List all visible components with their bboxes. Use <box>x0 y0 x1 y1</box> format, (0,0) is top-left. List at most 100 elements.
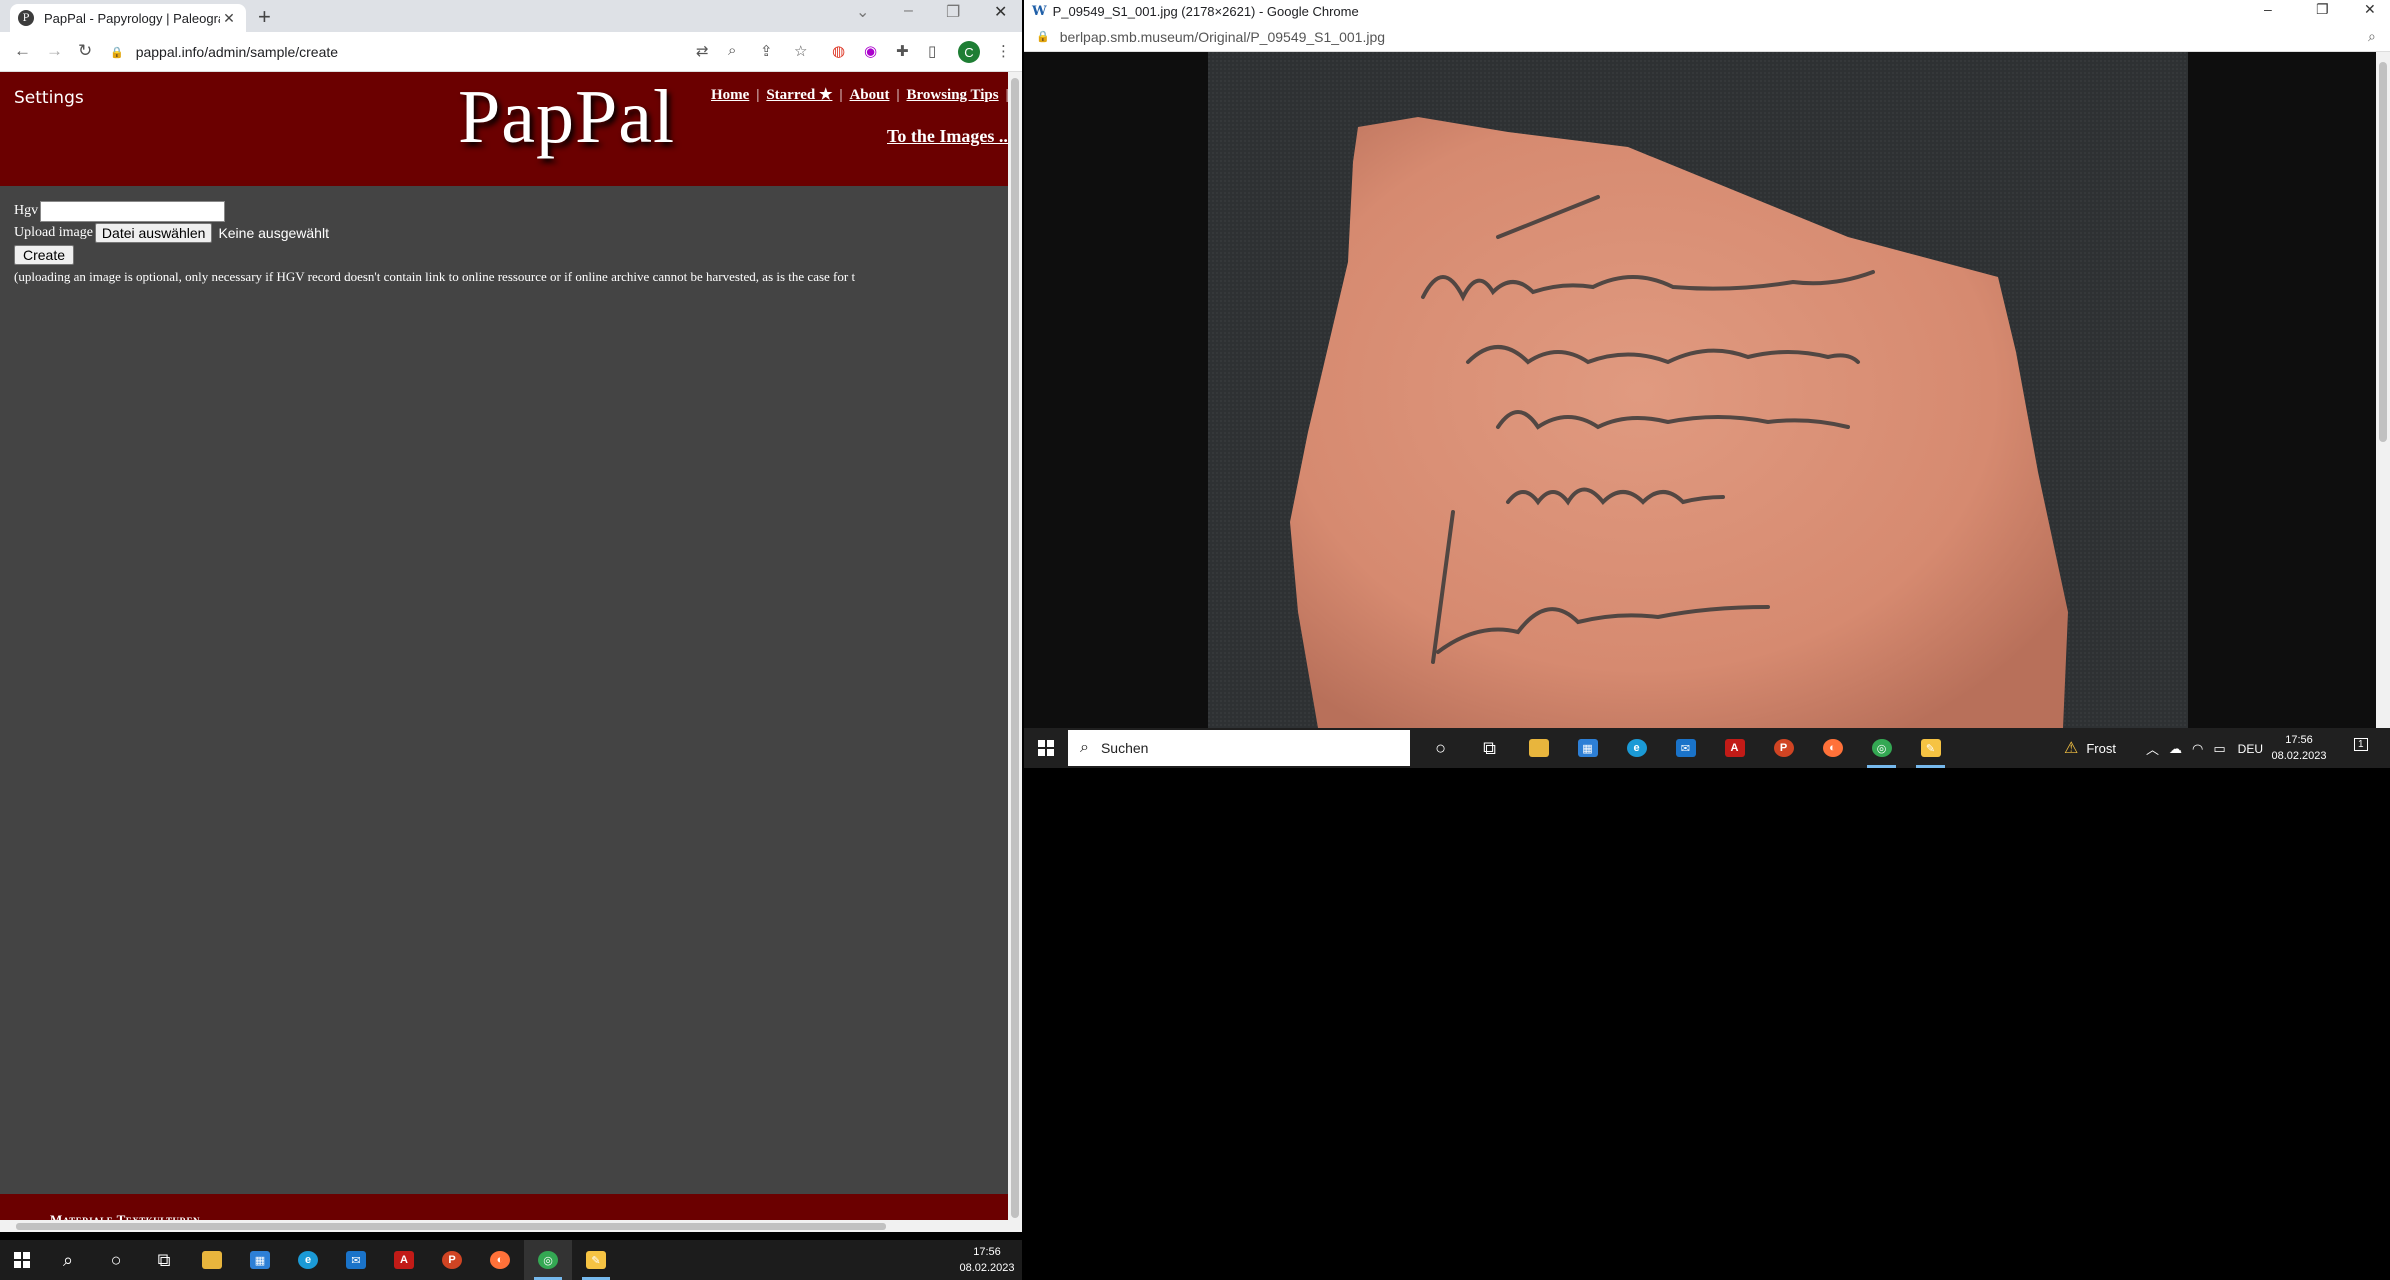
chrome-icon[interactable]: ◎ <box>1857 728 1906 768</box>
cortana-icon[interactable]: ○ <box>1416 728 1465 768</box>
to-images-link[interactable]: To the Images ... <box>887 126 1008 147</box>
settings-link[interactable]: Settings <box>14 88 84 108</box>
extension-purple-icon[interactable]: ◉ <box>864 42 877 60</box>
tab-title: PapPal - Papyrology | Paleograph <box>44 10 220 26</box>
restore-icon[interactable]: ❐ <box>946 2 960 22</box>
nav-browsing-tips[interactable]: Browsing Tips <box>906 87 998 103</box>
extensions-puzzle-icon[interactable]: ✚ <box>896 42 909 60</box>
store-icon[interactable]: ▦ <box>1563 728 1612 768</box>
horizontal-scrollbar[interactable] <box>0 1220 1008 1232</box>
close-window-icon[interactable]: ✕ <box>994 2 1007 22</box>
popup-scrollbar[interactable] <box>2376 52 2390 728</box>
weather-text: Frost <box>2086 740 2116 756</box>
nav-home[interactable]: Home <box>711 87 749 103</box>
cortana-icon[interactable]: ○ <box>92 1240 140 1280</box>
minimize-icon[interactable]: – <box>2264 1 2272 17</box>
address-bar[interactable]: 🔒 pappal.info/admin/sample/create <box>110 38 710 66</box>
battery-icon[interactable]: ▭ <box>2213 741 2225 757</box>
zoom-icon[interactable]: ⌕ <box>2368 28 2376 45</box>
main-nav: Home|Starred ★|About|Browsing Tips|C <box>711 87 1008 103</box>
tab-search-icon[interactable]: ⌄ <box>856 2 869 22</box>
zoom-icon[interactable]: ⌕ <box>728 42 736 59</box>
notification-count: 1 <box>2354 738 2368 751</box>
lock-icon: 🔒 <box>110 46 124 59</box>
footer-brand[interactable]: Materiale Textkulturen <box>50 1212 200 1220</box>
restore-icon[interactable]: ❐ <box>2316 1 2329 18</box>
pappal-footer: Materiale Textkulturen <box>0 1194 1008 1220</box>
reload-icon[interactable]: ↻ <box>78 41 92 61</box>
acrobat-icon[interactable]: A <box>1710 728 1759 768</box>
mail-icon[interactable]: ✉ <box>332 1240 380 1280</box>
url-text: pappal.info/admin/sample/create <box>135 44 339 60</box>
task-view-icon[interactable]: ⧉ <box>1465 728 1514 768</box>
ostracon-photo[interactable] <box>1208 52 2188 728</box>
search-icon: ⌕ <box>1080 739 1089 756</box>
back-icon[interactable]: ← <box>14 41 31 61</box>
lock-icon: 🔒 <box>1036 31 1050 43</box>
side-panel-icon[interactable]: ▯ <box>928 42 936 60</box>
nav-starred[interactable]: Starred ★ <box>766 87 832 103</box>
close-tab-icon[interactable]: ✕ <box>220 10 238 27</box>
vertical-scrollbar[interactable] <box>1008 72 1022 1232</box>
popup-title-bar: W P_09549_S1_001.jpg (2178×2621) - Googl… <box>1024 0 2390 22</box>
create-button[interactable]: Create <box>14 245 75 265</box>
popup-address-bar[interactable]: 🔒 berlpap.smb.museum/Original/P_09549_S1… <box>1024 22 2390 52</box>
powerpoint-icon[interactable]: P <box>428 1240 476 1280</box>
powerpoint-icon[interactable]: P <box>1759 728 1808 768</box>
clock[interactable]: 17:56 08.02.2023 <box>2264 732 2334 764</box>
pappal-favicon-icon: P <box>18 10 34 26</box>
wifi-icon[interactable]: ◠ <box>2192 741 2203 757</box>
weather-widget[interactable]: ⚠ Frost <box>2064 738 2116 758</box>
bookmark-star-icon[interactable]: ☆ <box>794 42 807 60</box>
pappal-header: Settings PapPal Home | Starred ★ | About | Bro… <box>0 72 1008 186</box>
choose-file-button[interactable]: Datei auswählen <box>94 223 213 243</box>
profile-avatar[interactable]: C <box>958 41 980 63</box>
clock-date: 08.02.2023 <box>2271 750 2327 762</box>
onedrive-icon[interactable]: ☁ <box>2169 741 2182 757</box>
search-placeholder: Suchen <box>1100 740 1149 756</box>
taskbar-search[interactable]: ⌕ Suchen <box>1068 730 1410 766</box>
file-explorer-icon[interactable] <box>188 1240 236 1280</box>
start-button[interactable] <box>0 1240 44 1280</box>
upload-image-label: Upload image <box>14 225 93 240</box>
store-icon[interactable]: ▦ <box>236 1240 284 1280</box>
sample-create-form: Hgv Upload image Datei auswählen Keine a… <box>14 200 855 285</box>
taskbar-right: ⌕ Suchen ○ ⧉ ▦ e ✉ A P ◐ ◎ ✎ ⚠ Frost ︿ ☁… <box>1024 728 2390 768</box>
chrome-icon[interactable]: ◎ <box>524 1240 572 1280</box>
sticky-app-icon[interactable]: ✎ <box>572 1240 620 1280</box>
acrobat-icon[interactable]: A <box>380 1240 428 1280</box>
hgv-label: Hgv <box>14 203 39 218</box>
translate-icon[interactable]: ⇄ <box>696 42 709 60</box>
sticky-app-icon[interactable]: ✎ <box>1906 728 1955 768</box>
menu-kebab-icon[interactable]: ⋮ <box>996 42 1011 60</box>
extension-red-icon[interactable]: ◍ <box>832 42 845 60</box>
edge-icon[interactable]: e <box>284 1240 332 1280</box>
notifications-icon[interactable]: 1 <box>2354 738 2368 751</box>
pappal-logo[interactable]: PapPal <box>458 74 675 161</box>
close-window-icon[interactable]: ✕ <box>2364 1 2376 18</box>
chevron-up-icon[interactable]: ︿ <box>2146 739 2159 758</box>
new-tab-button[interactable]: + <box>258 4 271 30</box>
search-icon[interactable]: ⌕ <box>44 1240 92 1280</box>
file-explorer-icon[interactable] <box>1514 728 1563 768</box>
warning-icon: ⚠ <box>2064 740 2079 757</box>
minimize-icon[interactable]: – <box>904 2 913 20</box>
language-indicator[interactable]: DEU <box>2238 742 2263 756</box>
edge-icon[interactable]: e <box>1612 728 1661 768</box>
tab-pappal[interactable]: P PapPal - Papyrology | Paleograph ✕ <box>10 4 246 32</box>
start-button[interactable] <box>1024 728 1068 768</box>
tab-strip: P PapPal - Papyrology | Paleograph ✕ + ⌄… <box>0 0 1022 32</box>
forward-icon[interactable]: → <box>46 41 63 61</box>
mail-icon[interactable]: ✉ <box>1661 728 1710 768</box>
share-icon[interactable]: ⇪ <box>760 42 773 60</box>
file-status: Keine ausgewählt <box>218 225 329 241</box>
windows-icon <box>14 1252 30 1268</box>
firefox-icon[interactable]: ◐ <box>1808 728 1857 768</box>
clock[interactable]: 17:56 08.02.2023 <box>952 1244 1022 1276</box>
image-popup-window: W P_09549_S1_001.jpg (2178×2621) - Googl… <box>1024 0 2390 728</box>
nav-about[interactable]: About <box>849 87 889 103</box>
hgv-input[interactable] <box>40 200 226 222</box>
ostracon-image <box>1208 52 2188 728</box>
task-view-icon[interactable]: ⧉ <box>140 1240 188 1280</box>
firefox-icon[interactable]: ◐ <box>476 1240 524 1280</box>
